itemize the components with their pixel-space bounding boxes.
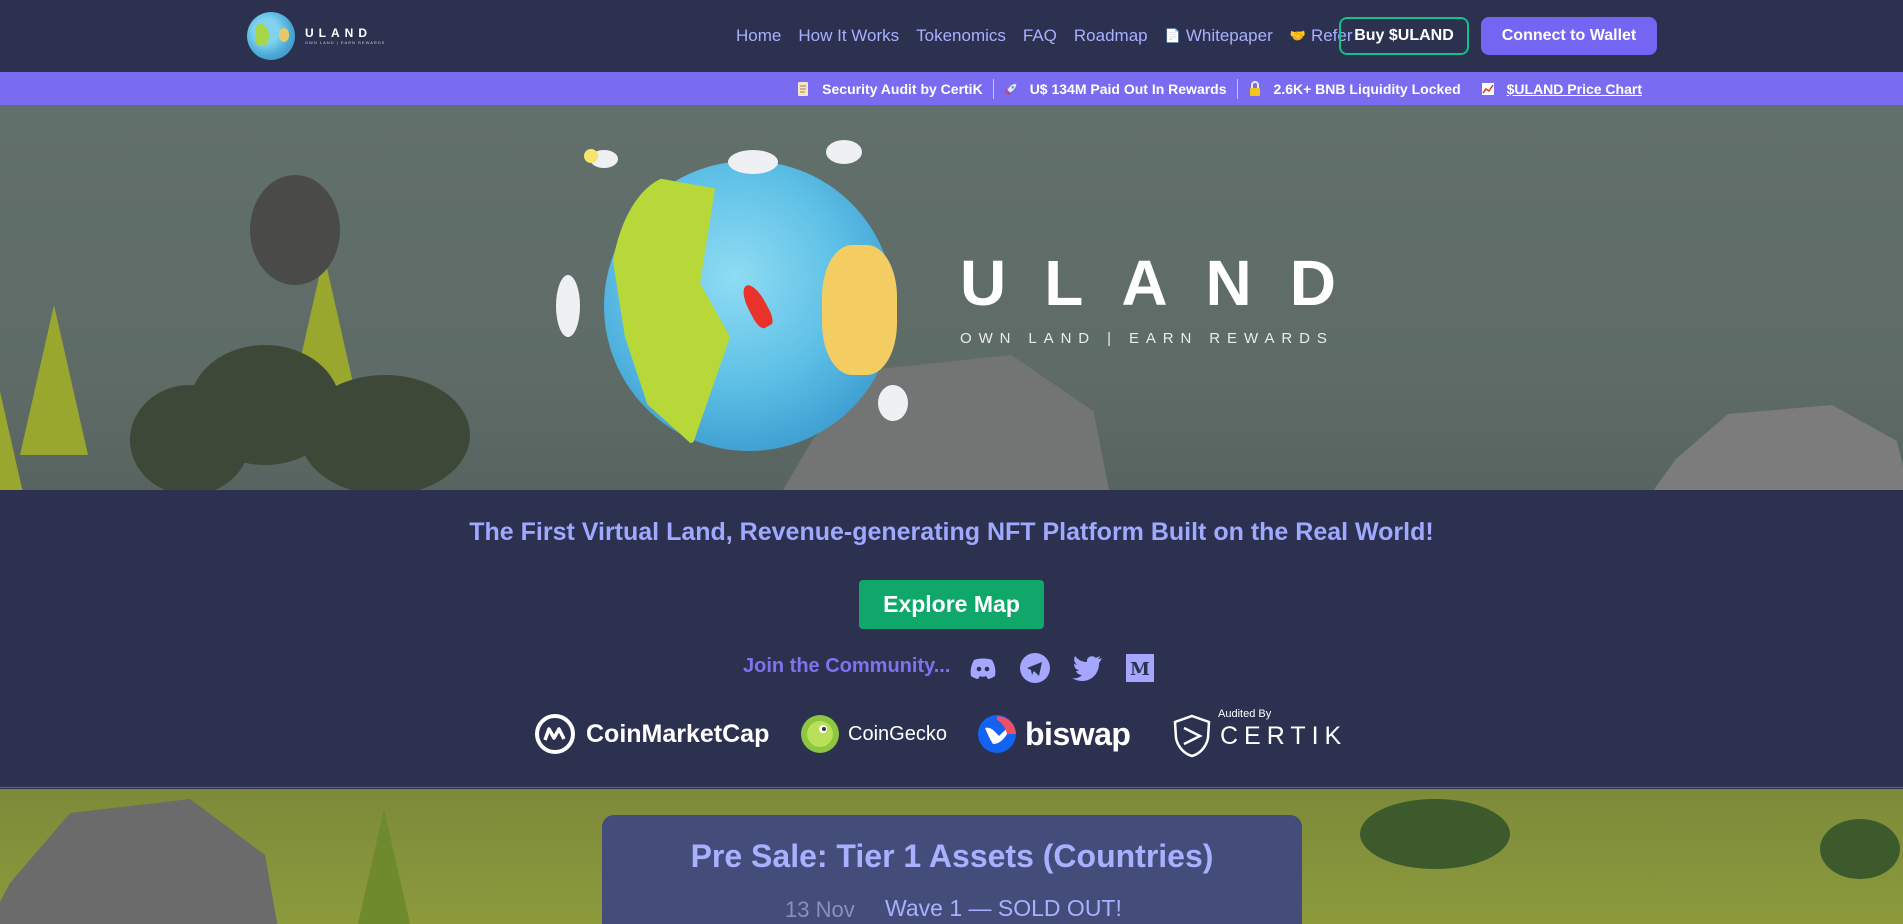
- scroll-icon: [798, 81, 809, 96]
- cloud-decoration: [556, 275, 580, 337]
- presale-title: Pre Sale: Tier 1 Assets (Countries): [690, 838, 1214, 874]
- hero-subtitle: OWN LAND | EARN REWARDS: [960, 330, 1334, 347]
- buy-uland-button[interactable]: Buy $ULAND: [1339, 17, 1469, 55]
- presale-date: 13 Nov: [785, 897, 855, 922]
- hero-title: ULAND: [960, 247, 1374, 319]
- bush-decoration: [250, 175, 340, 285]
- info-paid-out: U$ 134M Paid Out In Rewards: [994, 81, 1237, 97]
- nav-whitepaper[interactable]: 📄 Whitepaper: [1165, 26, 1273, 46]
- certik-logo[interactable]: CERTIK: [1172, 714, 1347, 758]
- coingecko-logo[interactable]: CoinGecko: [800, 712, 947, 756]
- sun-decoration: [584, 149, 598, 163]
- info-security-audit[interactable]: Security Audit by CertiK: [786, 81, 993, 97]
- cloud-decoration: [826, 140, 862, 164]
- rock-decoration: [0, 799, 280, 924]
- tree-decoration: [350, 809, 418, 924]
- chart-icon: [1481, 82, 1494, 95]
- info-bar: Security Audit by CertiK U$ 134M Paid Ou…: [0, 72, 1903, 105]
- cloud-decoration: [728, 150, 778, 174]
- hero-section: [0, 105, 1903, 490]
- twitter-icon[interactable]: [1071, 652, 1103, 684]
- globe-logo-icon: [247, 12, 295, 60]
- nav-faq[interactable]: FAQ: [1023, 26, 1057, 46]
- biswap-logo[interactable]: biswap: [977, 712, 1131, 756]
- nav-menu: Home How It Works Tokenomics FAQ Roadmap…: [736, 0, 1370, 72]
- rocket-icon: [1004, 83, 1016, 95]
- tree-decoration: [20, 305, 88, 455]
- nav-tokenomics[interactable]: Tokenomics: [916, 26, 1006, 46]
- document-icon: 📄: [1164, 28, 1181, 43]
- cloud-decoration: [878, 385, 908, 421]
- nav-how-it-works[interactable]: How It Works: [798, 26, 899, 46]
- coingecko-icon: [801, 715, 839, 753]
- info-liquidity-locked: 2.6K+ BNB Liquidity Locked: [1238, 81, 1471, 97]
- svg-text:M: M: [1130, 659, 1150, 680]
- lock-icon: [1249, 80, 1260, 96]
- info-price-chart-link[interactable]: $ULAND Price Chart: [1471, 81, 1652, 97]
- tree-decoration: [0, 365, 28, 490]
- nav-home[interactable]: Home: [736, 26, 781, 46]
- logo-name: ULAND: [305, 26, 372, 40]
- connect-wallet-button[interactable]: Connect to Wallet: [1481, 17, 1657, 55]
- telegram-icon[interactable]: [1019, 652, 1051, 684]
- bush-decoration: [1820, 819, 1900, 879]
- handshake-icon: 🤝: [1289, 28, 1306, 43]
- logo-tagline: OWN LAND | EARN REWARDS: [305, 40, 386, 45]
- bush-decoration: [1360, 799, 1510, 869]
- join-community-label: Join the Community...: [743, 655, 951, 677]
- hero-tagline: The First Virtual Land, Revenue-generati…: [469, 518, 1434, 546]
- biswap-icon: [978, 715, 1016, 753]
- top-navbar: ULAND OWN LAND | EARN REWARDS Home How I…: [0, 0, 1903, 72]
- coinmarketcap-logo[interactable]: CoinMarketCap: [534, 712, 769, 756]
- presale-wave-status: Wave 1 — SOLD OUT!: [885, 895, 1122, 921]
- coinmarketcap-icon: [535, 714, 575, 754]
- medium-icon[interactable]: M: [1124, 652, 1156, 684]
- explore-map-button[interactable]: Explore Map: [859, 580, 1044, 629]
- continent-decoration: [822, 245, 897, 375]
- discord-icon[interactable]: [967, 652, 999, 684]
- logo[interactable]: ULAND OWN LAND | EARN REWARDS: [247, 12, 385, 60]
- rock-decoration: [1650, 405, 1903, 490]
- bush-decoration: [300, 375, 470, 490]
- nav-roadmap[interactable]: Roadmap: [1074, 26, 1148, 46]
- certik-shield-icon: [1173, 714, 1211, 758]
